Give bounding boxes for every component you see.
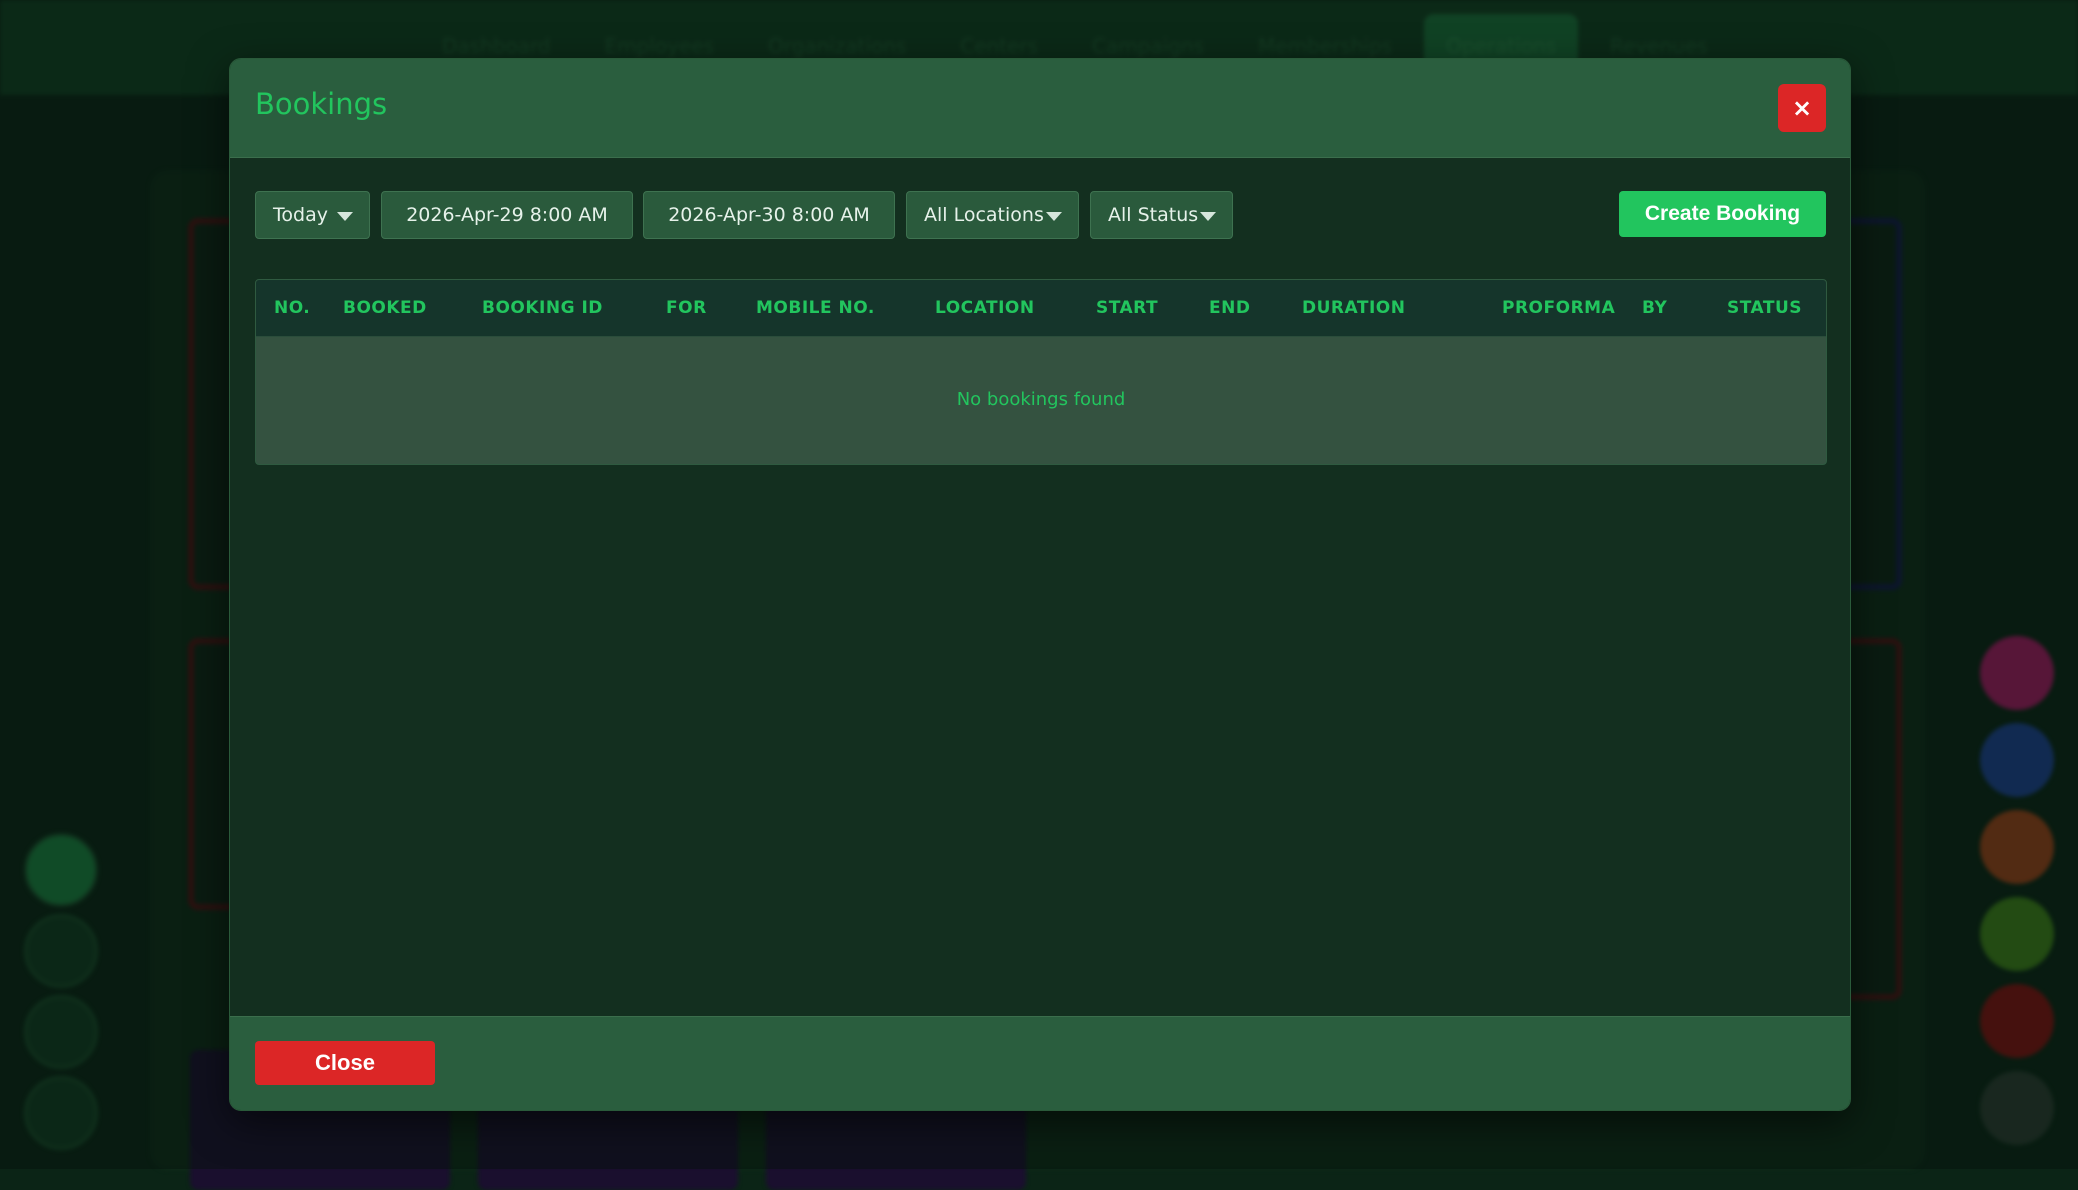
period-select-value: Today	[273, 204, 328, 226]
create-booking-button[interactable]: Create Booking	[1619, 191, 1826, 237]
column-header-proforma: PROFORMA	[1502, 298, 1616, 318]
column-header-booked: BOOKED	[343, 298, 427, 318]
column-header-status: STATUS	[1727, 298, 1803, 318]
period-select[interactable]: Today	[255, 191, 370, 239]
table-header: NO. BOOKED BOOKING ID FOR MOBILE NO. LOC…	[256, 280, 1826, 337]
bookings-table: NO. BOOKED BOOKING ID FOR MOBILE NO. LOC…	[255, 279, 1827, 465]
column-header-for: FOR	[666, 298, 707, 318]
end-datetime-input[interactable]: 2026-Apr-30 8:00 AM	[643, 191, 895, 239]
location-select-value: All Locations	[924, 204, 1044, 226]
column-header-duration: DURATION	[1302, 298, 1406, 318]
start-datetime-input[interactable]: 2026-Apr-29 8:00 AM	[381, 191, 633, 239]
modal-header: Bookings ×	[230, 59, 1850, 158]
column-header-no: NO.	[274, 298, 311, 318]
close-button[interactable]: Close	[255, 1041, 435, 1085]
modal-title: Bookings	[255, 87, 388, 121]
chevron-down-icon	[1046, 212, 1062, 221]
location-select[interactable]: All Locations	[906, 191, 1079, 239]
modal-footer: Close	[230, 1016, 1850, 1110]
chevron-down-icon	[337, 212, 353, 221]
bookings-modal: Bookings × Today 2026-Apr-29 8:00 AM 202…	[229, 58, 1851, 1111]
column-header-end: END	[1209, 298, 1251, 318]
column-header-location: LOCATION	[935, 298, 1035, 318]
chevron-down-icon	[1200, 212, 1216, 221]
status-select[interactable]: All Status	[1090, 191, 1233, 239]
column-header-booking-id: BOOKING ID	[482, 298, 603, 318]
status-select-value: All Status	[1108, 204, 1199, 226]
column-header-start: START	[1096, 298, 1159, 318]
column-header-by: BY	[1642, 298, 1668, 318]
filter-toolbar: Today 2026-Apr-29 8:00 AM 2026-Apr-30 8:…	[255, 191, 1826, 241]
column-header-mobile-no: MOBILE NO.	[756, 298, 875, 318]
empty-state-message: No bookings found	[956, 389, 1126, 410]
close-icon[interactable]: ×	[1778, 84, 1826, 132]
